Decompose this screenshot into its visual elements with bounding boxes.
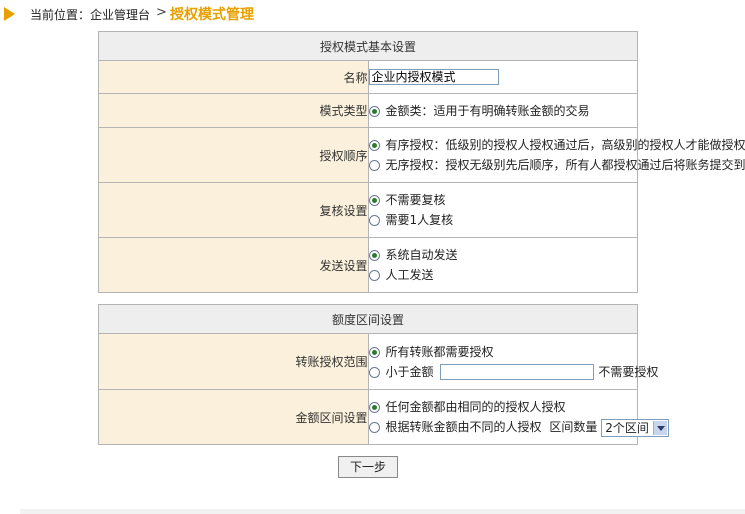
name-label: 名称 xyxy=(98,60,369,94)
send-manual-radio[interactable] xyxy=(368,270,380,281)
auth-order-ordered-text: 有序授权：低级别的授权人授权通过后，高级别的授权人才能做授权 xyxy=(385,138,745,152)
amount-settings-title: 额度区间设置 xyxy=(98,304,638,334)
range-count-label: 区间数量 xyxy=(549,420,598,434)
footer-bar xyxy=(20,509,745,514)
review-one-radio[interactable] xyxy=(368,215,380,226)
scope-less-radio[interactable] xyxy=(368,366,380,378)
page-title: 授权模式管理 xyxy=(170,7,254,23)
breadcrumb-separator: > xyxy=(156,5,167,20)
auth-order-label: 授权顺序 xyxy=(98,127,369,183)
scope-all-radio[interactable] xyxy=(368,346,380,358)
amount-settings-table: 额度区间设置 转账授权范围 所有转账都需要授权 小于金额 不需要授权 金额区间设… xyxy=(98,304,670,445)
auth-order-unordered-text: 无序授权：授权无级别先后顺序，所有人都授权通过后将账务提交到银行 xyxy=(385,158,745,172)
scope-less-prefix: 小于金额 xyxy=(385,364,434,379)
scope-label: 转账授权范围 xyxy=(98,333,369,390)
send-auto-text: 系统自动发送 xyxy=(385,248,458,262)
scope-all-text: 所有转账都需要授权 xyxy=(385,344,494,359)
range-diff-radio[interactable] xyxy=(368,422,380,433)
range-same-radio[interactable] xyxy=(368,402,380,413)
range-same-text: 任何金额都由相同的的授权人授权 xyxy=(385,400,566,414)
scope-amount-input[interactable] xyxy=(440,364,595,380)
send-auto-radio[interactable] xyxy=(368,250,380,261)
range-count-select[interactable]: 2个区间 xyxy=(601,418,670,437)
mode-type-label: 模式类型 xyxy=(98,93,369,128)
range-label: 金额区间设置 xyxy=(98,389,369,445)
range-count-value: 2个区间 xyxy=(605,420,649,435)
review-none-text: 不需要复核 xyxy=(385,193,446,207)
breadcrumb-location: 当前位置：企业管理台 xyxy=(30,8,151,22)
auth-order-unordered-radio[interactable] xyxy=(368,160,380,171)
mode-name-input[interactable]: 企业内授权模式 xyxy=(368,69,499,85)
range-diff-text: 根据转账金额由不同的人授权 xyxy=(385,420,542,434)
auth-order-ordered-radio[interactable] xyxy=(368,140,380,151)
chevron-down-icon[interactable] xyxy=(653,420,668,435)
review-label: 复核设置 xyxy=(98,182,369,238)
basic-settings-title: 授权模式基本设置 xyxy=(98,31,638,61)
review-none-radio[interactable] xyxy=(368,195,380,206)
next-step-button[interactable]: 下一步 xyxy=(338,456,398,478)
send-manual-text: 人工发送 xyxy=(385,268,434,282)
send-label: 发送设置 xyxy=(98,237,369,293)
scope-less-suffix: 不需要授权 xyxy=(598,364,659,379)
review-one-text: 需要1人复核 xyxy=(385,213,454,227)
basic-settings-table: 授权模式基本设置 名称 企业内授权模式 模式类型 金额类：适用于有明确转账金额的… xyxy=(98,31,745,293)
breadcrumb-arrow-icon xyxy=(4,7,15,21)
breadcrumb: 当前位置：企业管理台 > 授权模式管理 xyxy=(0,0,745,26)
mode-type-amount-radio[interactable] xyxy=(368,105,380,117)
mode-type-amount-text: 金额类：适用于有明确转账金额的交易 xyxy=(385,103,590,118)
